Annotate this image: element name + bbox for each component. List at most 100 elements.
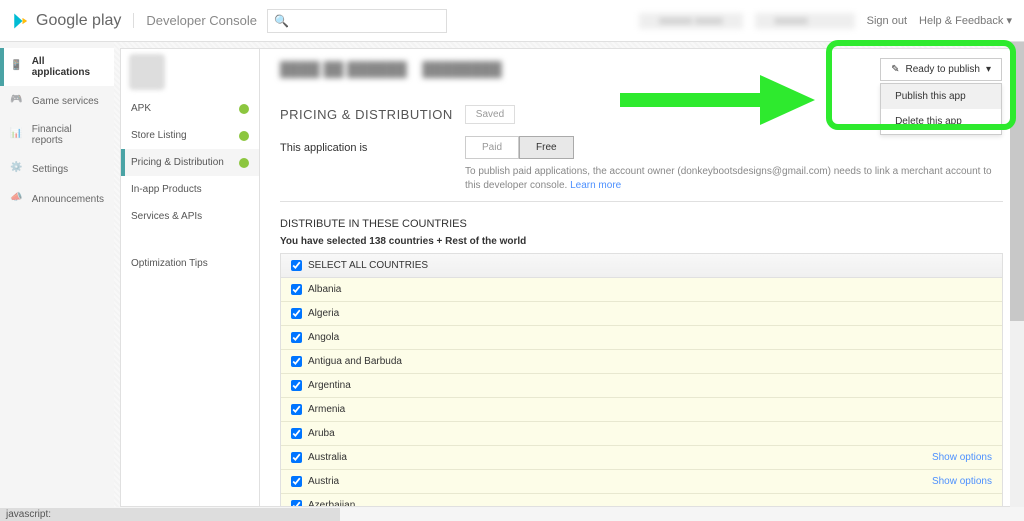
search-icon: 🔍	[274, 14, 289, 28]
paid-free-toggle: Paid Free	[465, 136, 1003, 159]
help-link[interactable]: Help & Feedback ▾	[919, 14, 1012, 27]
country-checkbox[interactable]	[291, 284, 302, 295]
country-name: Albania	[308, 284, 341, 295]
publish-dropdown: ✎ Ready to publish ▾ Publish this appDel…	[880, 58, 1002, 135]
nav-label: Game services	[32, 96, 99, 107]
learn-more-link[interactable]: Learn more	[570, 180, 621, 191]
chevron-down-icon: ▾	[986, 64, 991, 75]
logo: Google play	[12, 12, 121, 30]
app-nav-label: In-app Products	[131, 184, 202, 195]
logo-text: Google play	[36, 12, 121, 30]
app-nav-store-listing[interactable]: Store Listing	[121, 122, 259, 149]
country-row: Austria Show options	[281, 470, 1002, 494]
publish-menu: Publish this appDelete this app	[880, 83, 1002, 135]
app-nav-in-app-products[interactable]: In-app Products	[121, 176, 259, 203]
country-row: Angola	[281, 326, 1002, 350]
country-checkbox[interactable]	[291, 380, 302, 391]
select-all-label: SELECT ALL COUNTRIES	[308, 260, 428, 271]
scrollbar[interactable]	[1010, 42, 1024, 507]
check-icon	[239, 131, 249, 141]
app-nav-label: APK	[131, 103, 151, 114]
app-nav: APK Store Listing Pricing & Distribution In…	[120, 48, 260, 507]
country-row: Australia Show options	[281, 446, 1002, 470]
publish-menu-publish-this-app[interactable]: Publish this app	[881, 84, 1001, 109]
country-checkbox[interactable]	[291, 500, 302, 507]
app-nav-label: Services & APIs	[131, 211, 202, 222]
optimization-label: Optimization Tips	[131, 258, 208, 269]
browser-status-bar: javascript:	[0, 508, 340, 521]
app-icon-blurred	[129, 54, 165, 90]
check-icon	[239, 104, 249, 114]
country-name: Aruba	[308, 428, 335, 439]
header: Google play Developer Console 🔍 xxxxxx x…	[0, 0, 1024, 42]
nav-icon: 📱	[10, 60, 24, 74]
nav-item-game-services[interactable]: 🎮 Game services	[0, 86, 114, 116]
signout-link[interactable]: Sign out	[867, 15, 907, 27]
country-checkbox[interactable]	[291, 308, 302, 319]
country-row: Argentina	[281, 374, 1002, 398]
nav-item-settings[interactable]: ⚙️ Settings	[0, 154, 114, 184]
optimization-tips[interactable]: Optimization Tips	[121, 250, 259, 277]
nav-item-announcements[interactable]: 📣 Announcements	[0, 184, 114, 214]
country-name: Argentina	[308, 380, 351, 391]
country-checkbox[interactable]	[291, 404, 302, 415]
nav-icon: ⚙️	[10, 162, 24, 176]
country-name: Austria	[308, 476, 339, 487]
select-all-checkbox[interactable]	[291, 260, 302, 271]
nav-label: Announcements	[32, 194, 104, 205]
country-row: Albania	[281, 278, 1002, 302]
play-icon	[12, 12, 30, 30]
header-right: xxxxxx xxxxx xxxxxx Sign out Help & Feed…	[639, 13, 1012, 29]
country-checkbox[interactable]	[291, 356, 302, 367]
country-row: Armenia	[281, 398, 1002, 422]
publish-menu-delete-this-app[interactable]: Delete this app	[881, 109, 1001, 134]
select-all-row[interactable]: SELECT ALL COUNTRIES	[281, 254, 1002, 278]
pricing-section: PRICING & DISTRIBUTION Saved This applic…	[260, 95, 1023, 507]
nav-item-financial-reports[interactable]: 📊 Financial reports	[0, 116, 114, 154]
pricing-control: Paid Free To publish paid applications, …	[465, 136, 1003, 193]
free-button[interactable]: Free	[519, 136, 574, 159]
pencil-icon: ✎	[891, 64, 899, 75]
country-name: Algeria	[308, 308, 339, 319]
nav-item-all-applications[interactable]: 📱All applications	[0, 48, 114, 86]
nav-icon: 📣	[10, 192, 24, 206]
countries-table: SELECT ALL COUNTRIES Albania Algeria Angol…	[280, 253, 1003, 507]
search-box[interactable]: 🔍	[267, 9, 447, 33]
email-blurred: xxxxxx	[755, 13, 855, 29]
nav-label: Financial reports	[32, 124, 104, 146]
country-checkbox[interactable]	[291, 452, 302, 463]
country-row: Antigua and Barbuda	[281, 350, 1002, 374]
app-nav-label: Store Listing	[131, 130, 187, 141]
country-checkbox[interactable]	[291, 332, 302, 343]
section-title: PRICING & DISTRIBUTION	[280, 107, 453, 122]
help-text-content: To publish paid applications, the accoun…	[465, 166, 992, 191]
nav-label: Settings	[32, 164, 68, 175]
app-nav-services-apis[interactable]: Services & APIs	[121, 203, 259, 230]
country-name: Antigua and Barbuda	[308, 356, 402, 367]
publish-btn-label: Ready to publish	[905, 64, 980, 75]
app-nav-apk[interactable]: APK	[121, 95, 259, 122]
merchant-help-text: To publish paid applications, the accoun…	[465, 165, 1003, 193]
countries-title: DISTRIBUTE IN THESE COUNTRIES	[280, 218, 1003, 230]
country-row: Azerbaijan	[281, 494, 1002, 507]
nav-icon: 📊	[10, 128, 24, 142]
console-label: Developer Console	[133, 13, 257, 28]
country-checkbox[interactable]	[291, 428, 302, 439]
search-input[interactable]	[293, 15, 440, 27]
saved-badge: Saved	[465, 105, 515, 124]
paid-button[interactable]: Paid	[465, 136, 519, 159]
country-checkbox[interactable]	[291, 476, 302, 487]
main: 📱All applications 🎮 Game services 📊 Financia…	[0, 42, 1024, 507]
check-icon	[239, 158, 249, 168]
app-icon-container	[121, 49, 259, 95]
app-is-label: This application is	[280, 136, 465, 154]
nav-icon: 🎮	[10, 94, 24, 108]
country-name: Australia	[308, 452, 347, 463]
show-options-link[interactable]: Show options	[932, 452, 992, 463]
scrollbar-thumb[interactable]	[1010, 42, 1024, 321]
show-options-link[interactable]: Show options	[932, 476, 992, 487]
app-nav-pricing-distribution[interactable]: Pricing & Distribution	[121, 149, 259, 176]
country-name: Armenia	[308, 404, 345, 415]
countries-section: DISTRIBUTE IN THESE COUNTRIES You have s…	[280, 218, 1003, 507]
ready-to-publish-button[interactable]: ✎ Ready to publish ▾	[880, 58, 1002, 81]
